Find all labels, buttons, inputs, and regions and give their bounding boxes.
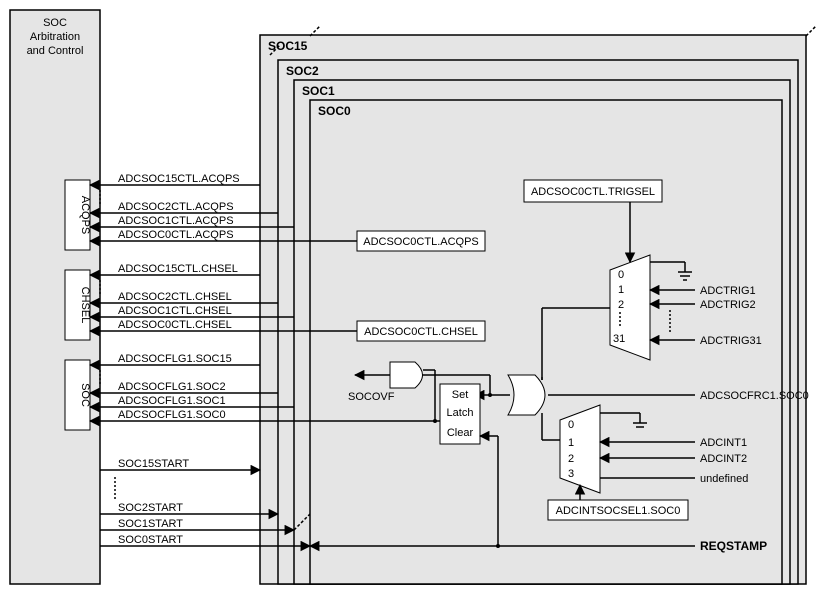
sig-start-2: SOC2START (118, 502, 183, 514)
trigsel-label: ADCSOC0CTL.TRIGSEL (531, 186, 655, 198)
sig-chsel-15: ADCSOC15CTL.CHSEL (118, 263, 238, 275)
chsel-label: CHSEL (79, 287, 91, 324)
sig-acqps-1: ADCSOC1CTL.ACQPS (118, 215, 234, 227)
sig-socflg-2: ADCSOCFLG1.SOC2 (118, 381, 226, 393)
sig-chsel-2: ADCSOC2CTL.CHSEL (118, 291, 232, 303)
sig-acqps-15: ADCSOC15CTL.ACQPS (118, 173, 240, 185)
sig-socflg-15: ADCSOCFLG1.SOC15 (118, 353, 232, 365)
mux-bot-idx1: 1 (568, 437, 574, 449)
sig-socflg-0: ADCSOCFLG1.SOC0 (118, 409, 226, 421)
arb-title-3: and Control (27, 45, 84, 57)
and-gate (390, 362, 423, 388)
adctrig2: ADCTRIG2 (700, 299, 756, 311)
soc1-title: SOC1 (302, 84, 335, 98)
soc0-title: SOC0 (318, 104, 351, 118)
soc-block-diagram: SOC Arbitration and Control ACQPS CHSEL … (0, 0, 816, 594)
adctrig31: ADCTRIG31 (700, 335, 762, 347)
adcsocfrc: ADCSOCFRC1.SOC0 (700, 390, 809, 402)
soc2-title: SOC2 (286, 64, 319, 78)
chsel-label: ADCSOC0CTL.CHSEL (364, 326, 478, 338)
arb-title-2: Arbitration (30, 31, 80, 43)
undefined: undefined (700, 473, 748, 485)
or-gate (508, 375, 545, 415)
sig-start-1: SOC1START (118, 518, 183, 530)
mux-bot-idx2: 2 (568, 453, 574, 465)
latch-mid: Latch (447, 407, 474, 419)
acqps-label: ADCSOC0CTL.ACQPS (363, 236, 479, 248)
sig-socflg-1: ADCSOCFLG1.SOC1 (118, 395, 226, 407)
intsocsel-label: ADCINTSOCSEL1.SOC0 (556, 505, 681, 517)
sig-start-15: SOC15START (118, 458, 189, 470)
mux-top-idx31: 31 (613, 333, 625, 345)
reqstamp: REQSTAMP (700, 539, 767, 553)
soc-label: SOC (79, 383, 91, 407)
sig-chsel-1: ADCSOC1CTL.CHSEL (118, 305, 232, 317)
mux-bot-idx3: 3 (568, 468, 574, 480)
sig-chsel-0: ADCSOC0CTL.CHSEL (118, 319, 232, 331)
adcint2: ADCINT2 (700, 453, 747, 465)
mux-top-idx0: 0 (618, 269, 624, 281)
mux-bot-idx0: 0 (568, 419, 574, 431)
sig-acqps-2: ADCSOC2CTL.ACQPS (118, 201, 234, 213)
mux-top-idx1: 1 (618, 284, 624, 296)
arb-title-1: SOC (43, 17, 67, 29)
int-mux (560, 405, 600, 493)
adctrig1: ADCTRIG1 (700, 285, 756, 297)
latch-set: Set (452, 389, 469, 401)
sig-start-0: SOC0START (118, 534, 183, 546)
mux-top-idx2: 2 (618, 299, 624, 311)
latch-clear: Clear (447, 427, 474, 439)
socovf-label: SOCOVF (348, 391, 395, 403)
sig-acqps-0: ADCSOC0CTL.ACQPS (118, 229, 234, 241)
adcint1: ADCINT1 (700, 437, 747, 449)
acqps-label: ACQPS (79, 196, 91, 235)
